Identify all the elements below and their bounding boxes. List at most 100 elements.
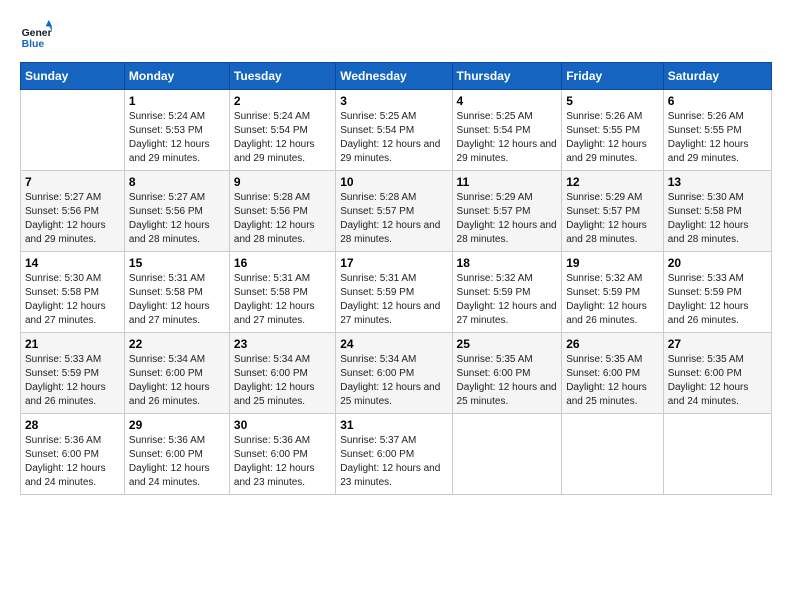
day-number: 8 — [129, 175, 225, 189]
day-number: 17 — [340, 256, 447, 270]
day-info: Sunrise: 5:24 AMSunset: 5:54 PMDaylight:… — [234, 110, 331, 166]
table-row: 24Sunrise: 5:34 AMSunset: 6:00 PMDayligh… — [336, 333, 452, 414]
table-row: 22 Sunrise: 5:34 AMSunset: 6:00 PMDayligh… — [124, 333, 229, 414]
table-row: 8 Sunrise: 5:27 AMSunset: 5:56 PMDaylight… — [124, 171, 229, 252]
day-info: Sunrise: 5:36 AMSunset: 6:00 PMDaylight:… — [234, 434, 331, 490]
table-row: 10Sunrise: 5:28 AMSunset: 5:57 PMDayligh… — [336, 171, 452, 252]
day-number: 22 — [129, 337, 225, 351]
table-row: 21 Sunrise: 5:33 AMSunset: 5:59 PMDayligh… — [21, 333, 125, 414]
table-row: 14Sunrise: 5:30 AMSunset: 5:58 PMDayligh… — [21, 252, 125, 333]
day-number: 25 — [457, 337, 558, 351]
table-row — [663, 414, 771, 495]
table-row: 7 Sunrise: 5:27 AMSunset: 5:56 PMDaylight… — [21, 171, 125, 252]
table-row: 4Sunrise: 5:25 AMSunset: 5:54 PMDaylight… — [452, 90, 562, 171]
day-info: Sunrise: 5:34 AMSunset: 6:00 PMDaylight:… — [129, 353, 225, 409]
calendar-week-3: 14Sunrise: 5:30 AMSunset: 5:58 PMDayligh… — [21, 252, 772, 333]
day-number: 13 — [668, 175, 767, 189]
day-info: Sunrise: 5:28 AMSunset: 5:57 PMDaylight:… — [340, 191, 447, 247]
calendar-header-saturday: Saturday — [663, 63, 771, 90]
day-number: 5 — [566, 94, 659, 108]
table-row: 17 Sunrise: 5:31 AMSunset: 5:59 PMDayligh… — [336, 252, 452, 333]
day-number: 28 — [25, 418, 120, 432]
calendar-header-sunday: Sunday — [21, 63, 125, 90]
table-row: 1 Sunrise: 5:24 AMSunset: 5:53 PMDaylight… — [124, 90, 229, 171]
day-info: Sunrise: 5:28 AMSunset: 5:56 PMDaylight:… — [234, 191, 331, 247]
table-row: 6Sunrise: 5:26 AMSunset: 5:55 PMDaylight… — [663, 90, 771, 171]
day-number: 18 — [457, 256, 558, 270]
table-row: 29Sunrise: 5:36 AMSunset: 6:00 PMDayligh… — [124, 414, 229, 495]
day-info: Sunrise: 5:35 AMSunset: 6:00 PMDaylight:… — [457, 353, 558, 409]
day-info: Sunrise: 5:30 AMSunset: 5:58 PMDaylight:… — [668, 191, 767, 247]
day-number: 2 — [234, 94, 331, 108]
day-number: 27 — [668, 337, 767, 351]
calendar-header-row: SundayMondayTuesdayWednesdayThursdayFrid… — [21, 63, 772, 90]
svg-text:Blue: Blue — [22, 39, 45, 50]
table-row: 9 Sunrise: 5:28 AMSunset: 5:56 PMDaylight… — [229, 171, 335, 252]
table-row: 3 Sunrise: 5:25 AMSunset: 5:54 PMDaylight… — [336, 90, 452, 171]
day-info: Sunrise: 5:33 AMSunset: 5:59 PMDaylight:… — [668, 272, 767, 328]
calendar-header-friday: Friday — [562, 63, 664, 90]
day-number: 11 — [457, 175, 558, 189]
day-info: Sunrise: 5:27 AMSunset: 5:56 PMDaylight:… — [129, 191, 225, 247]
table-row: 19 Sunrise: 5:32 AMSunset: 5:59 PMDayligh… — [562, 252, 664, 333]
day-info: Sunrise: 5:29 AMSunset: 5:57 PMDaylight:… — [566, 191, 659, 247]
day-info: Sunrise: 5:34 AMSunset: 6:00 PMDaylight:… — [234, 353, 331, 409]
day-info: Sunrise: 5:31 AMSunset: 5:58 PMDaylight:… — [129, 272, 225, 328]
day-info: Sunrise: 5:35 AMSunset: 6:00 PMDaylight:… — [668, 353, 767, 409]
day-info: Sunrise: 5:26 AMSunset: 5:55 PMDaylight:… — [668, 110, 767, 166]
table-row — [452, 414, 562, 495]
day-number: 24 — [340, 337, 447, 351]
day-number: 19 — [566, 256, 659, 270]
table-row: 11 Sunrise: 5:29 AMSunset: 5:57 PMDayligh… — [452, 171, 562, 252]
day-number: 9 — [234, 175, 331, 189]
table-row: 23 Sunrise: 5:34 AMSunset: 6:00 PMDayligh… — [229, 333, 335, 414]
table-row: 13 Sunrise: 5:30 AMSunset: 5:58 PMDayligh… — [663, 171, 771, 252]
day-info: Sunrise: 5:25 AMSunset: 5:54 PMDaylight:… — [457, 110, 558, 166]
svg-text:General: General — [22, 28, 52, 39]
day-number: 3 — [340, 94, 447, 108]
table-row: 5 Sunrise: 5:26 AMSunset: 5:55 PMDaylight… — [562, 90, 664, 171]
day-number: 14 — [25, 256, 120, 270]
day-info: Sunrise: 5:26 AMSunset: 5:55 PMDaylight:… — [566, 110, 659, 166]
day-number: 23 — [234, 337, 331, 351]
day-number: 30 — [234, 418, 331, 432]
table-row: 30 Sunrise: 5:36 AMSunset: 6:00 PMDayligh… — [229, 414, 335, 495]
day-info: Sunrise: 5:37 AMSunset: 6:00 PMDaylight:… — [340, 434, 447, 490]
day-number: 29 — [129, 418, 225, 432]
day-info: Sunrise: 5:33 AMSunset: 5:59 PMDaylight:… — [25, 353, 120, 409]
calendar-week-1: 1 Sunrise: 5:24 AMSunset: 5:53 PMDaylight… — [21, 90, 772, 171]
calendar-header-thursday: Thursday — [452, 63, 562, 90]
table-row: 2 Sunrise: 5:24 AMSunset: 5:54 PMDaylight… — [229, 90, 335, 171]
day-number: 21 — [25, 337, 120, 351]
day-number: 1 — [129, 94, 225, 108]
day-number: 31 — [340, 418, 447, 432]
day-number: 7 — [25, 175, 120, 189]
day-number: 15 — [129, 256, 225, 270]
calendar-body: 1 Sunrise: 5:24 AMSunset: 5:53 PMDaylight… — [21, 90, 772, 495]
day-info: Sunrise: 5:31 AMSunset: 5:58 PMDaylight:… — [234, 272, 331, 328]
table-row: 20Sunrise: 5:33 AMSunset: 5:59 PMDayligh… — [663, 252, 771, 333]
day-info: Sunrise: 5:31 AMSunset: 5:59 PMDaylight:… — [340, 272, 447, 328]
calendar-header-monday: Monday — [124, 63, 229, 90]
calendar-week-4: 21 Sunrise: 5:33 AMSunset: 5:59 PMDayligh… — [21, 333, 772, 414]
day-info: Sunrise: 5:25 AMSunset: 5:54 PMDaylight:… — [340, 110, 447, 166]
calendar-table: SundayMondayTuesdayWednesdayThursdayFrid… — [20, 62, 772, 495]
table-row: 15 Sunrise: 5:31 AMSunset: 5:58 PMDayligh… — [124, 252, 229, 333]
page-header: General Blue — [20, 20, 772, 52]
day-info: Sunrise: 5:24 AMSunset: 5:53 PMDaylight:… — [129, 110, 225, 166]
day-info: Sunrise: 5:32 AMSunset: 5:59 PMDaylight:… — [566, 272, 659, 328]
table-row — [562, 414, 664, 495]
calendar-week-2: 7 Sunrise: 5:27 AMSunset: 5:56 PMDaylight… — [21, 171, 772, 252]
calendar-header-tuesday: Tuesday — [229, 63, 335, 90]
table-row: 28 Sunrise: 5:36 AMSunset: 6:00 PMDayligh… — [21, 414, 125, 495]
day-info: Sunrise: 5:32 AMSunset: 5:59 PMDaylight:… — [457, 272, 558, 328]
day-number: 16 — [234, 256, 331, 270]
day-info: Sunrise: 5:36 AMSunset: 6:00 PMDaylight:… — [25, 434, 120, 490]
table-row: 26Sunrise: 5:35 AMSunset: 6:00 PMDayligh… — [562, 333, 664, 414]
table-row: 31 Sunrise: 5:37 AMSunset: 6:00 PMDayligh… — [336, 414, 452, 495]
table-row: 25 Sunrise: 5:35 AMSunset: 6:00 PMDayligh… — [452, 333, 562, 414]
day-info: Sunrise: 5:27 AMSunset: 5:56 PMDaylight:… — [25, 191, 120, 247]
logo-icon: General Blue — [20, 20, 52, 52]
table-row: 27 Sunrise: 5:35 AMSunset: 6:00 PMDayligh… — [663, 333, 771, 414]
day-info: Sunrise: 5:29 AMSunset: 5:57 PMDaylight:… — [457, 191, 558, 247]
